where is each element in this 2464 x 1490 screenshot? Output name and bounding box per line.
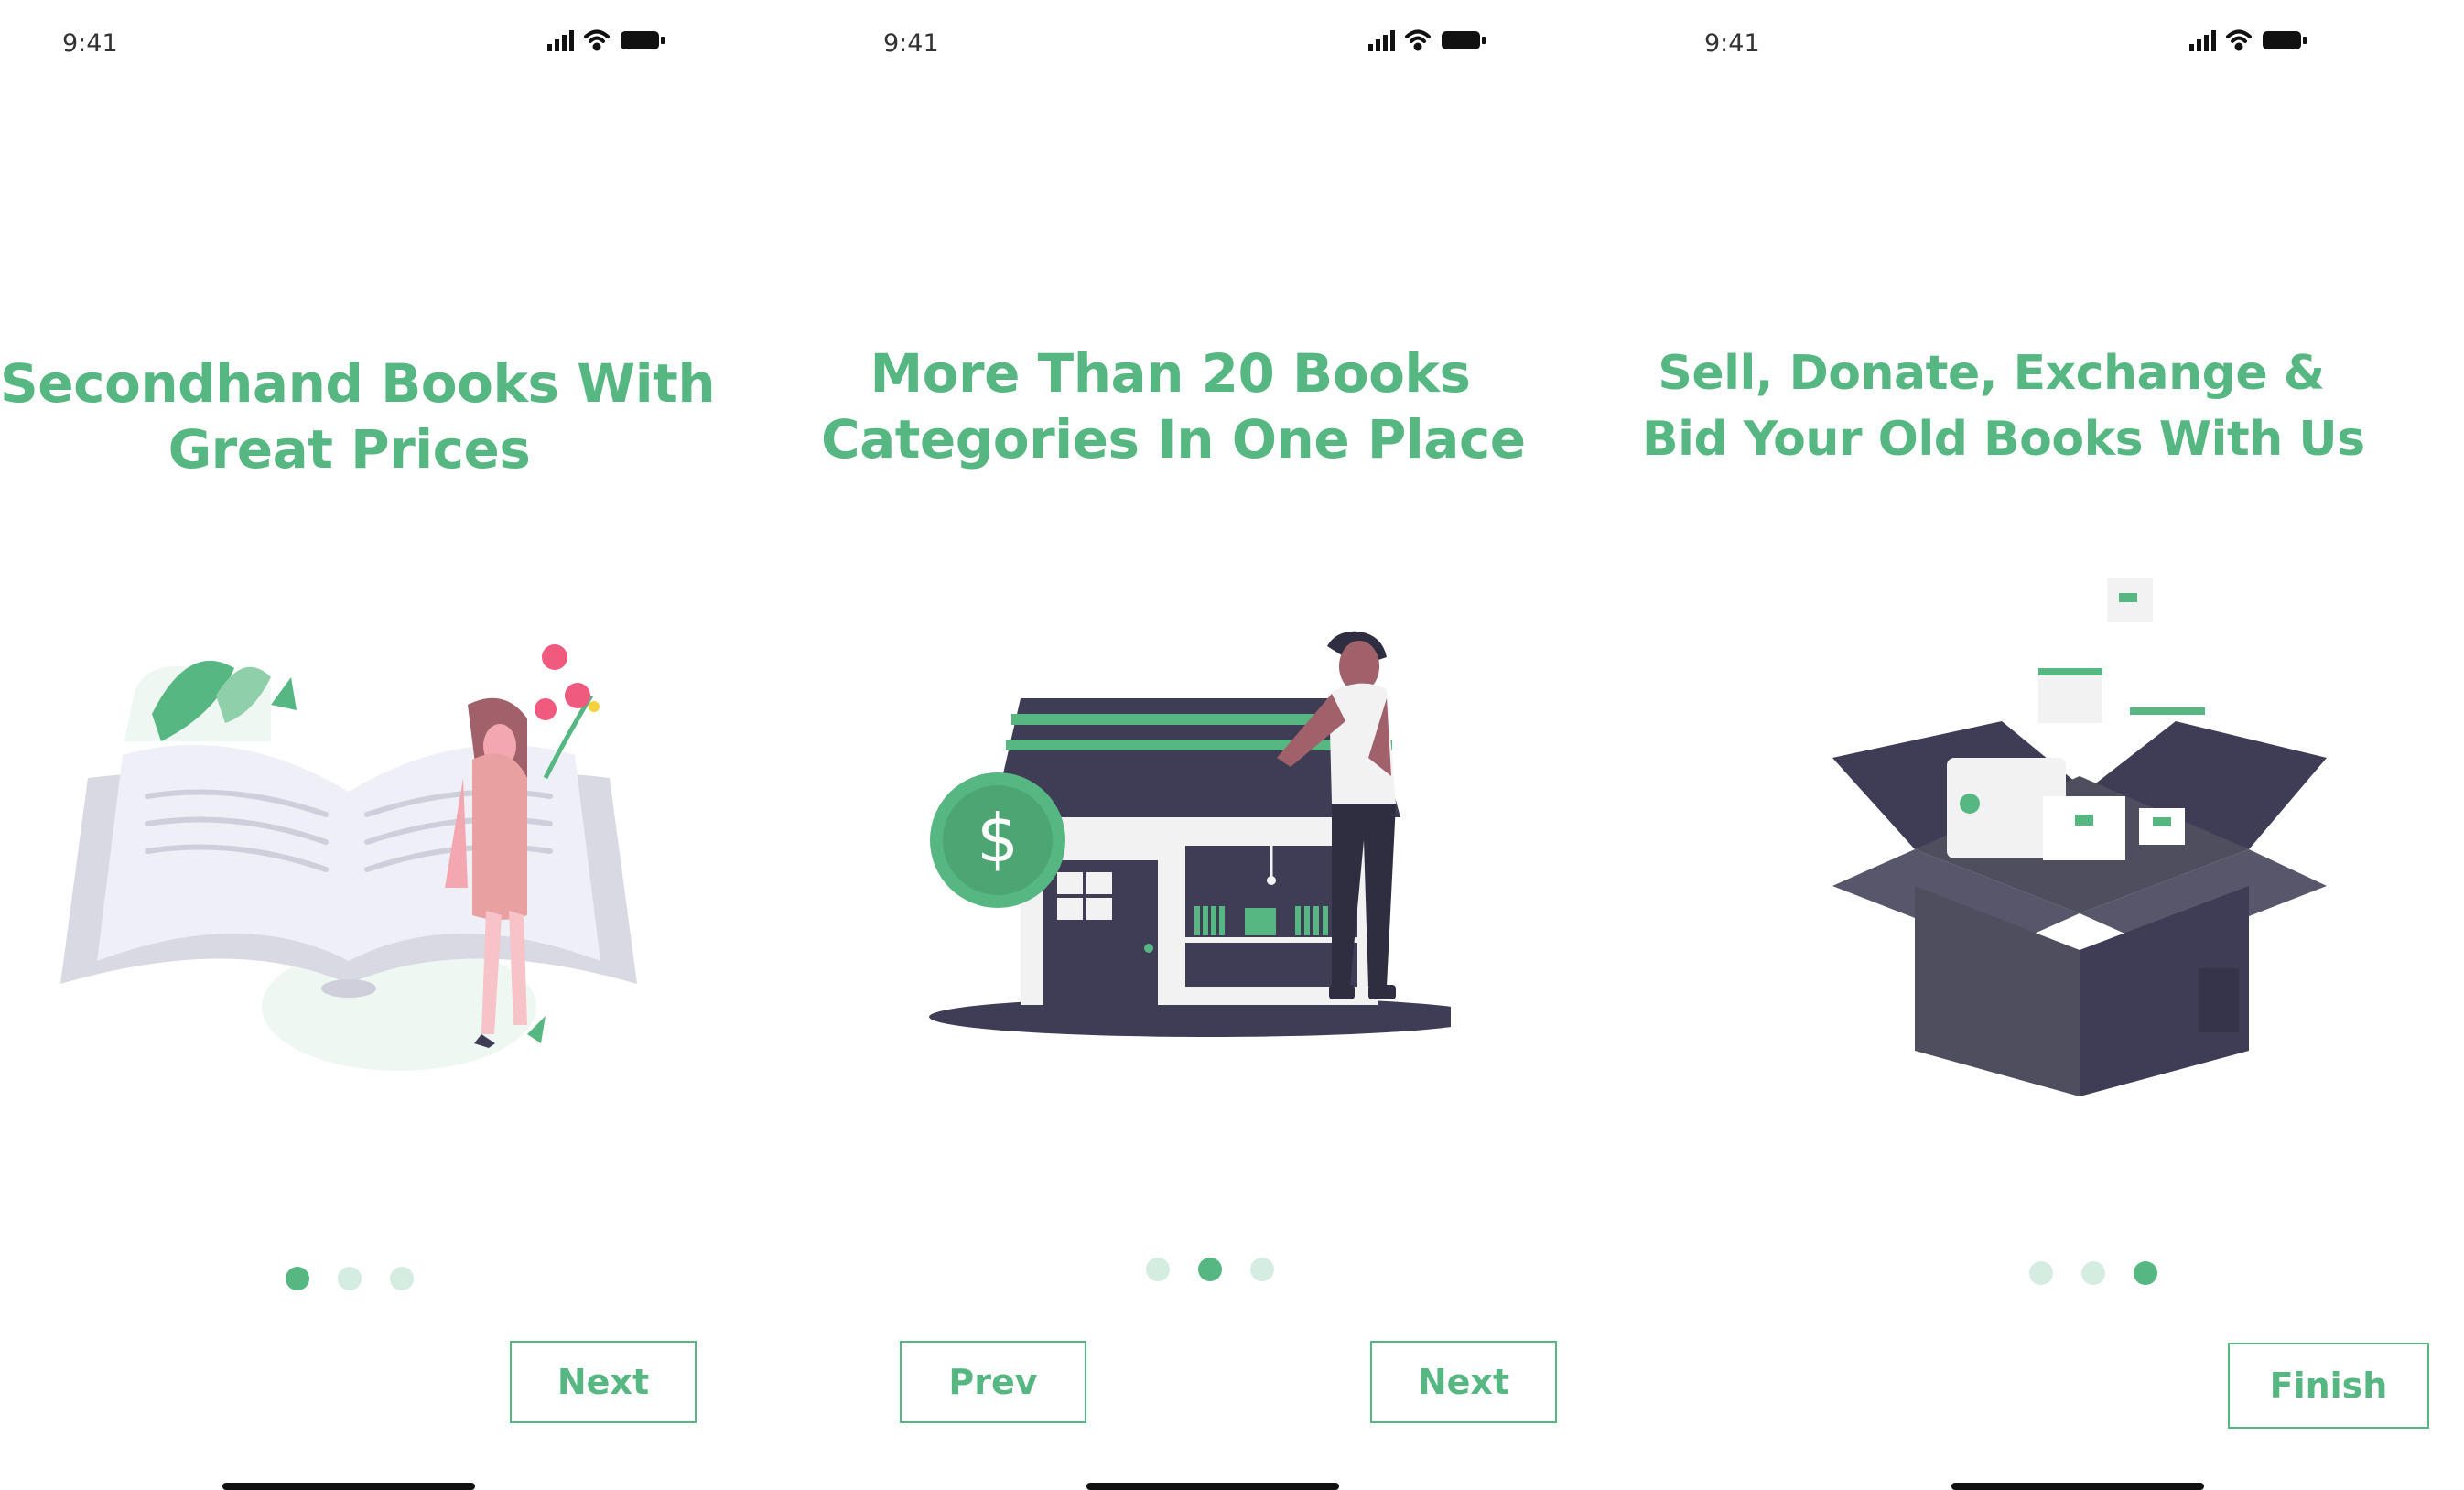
- finish-button[interactable]: Finish: [2228, 1343, 2429, 1429]
- page-dot-3[interactable]: [390, 1267, 414, 1290]
- page-dot-2[interactable]: [338, 1267, 362, 1290]
- screen-title: Sell, Donate, Exchange & Bid Your Old Bo…: [1642, 340, 2365, 472]
- screen-title: Secondhand Books With Great Prices: [0, 351, 716, 482]
- signal-icon: [2189, 30, 2216, 51]
- page-indicator: [2029, 1261, 2157, 1285]
- next-button[interactable]: Next: [510, 1341, 697, 1423]
- title-line: Bid Your Old Books With Us: [1642, 412, 2365, 467]
- page-dot-3[interactable]: [2134, 1261, 2157, 1285]
- screen-title: More Than 20 Books Categories In One Pla…: [821, 340, 1526, 472]
- page-dot-2[interactable]: [2081, 1261, 2105, 1285]
- open-box-illustration: [1832, 578, 2327, 1096]
- onboarding-screen-2: 9:41 More Than 20 Books Categories In On…: [821, 0, 1642, 1490]
- title-line: Sell, Donate, Exchange &: [1658, 346, 2325, 401]
- battery-icon: [1442, 31, 1486, 49]
- status-time: 9:41: [883, 29, 939, 58]
- title-line: More Than 20 Books: [870, 342, 1471, 405]
- status-icons: [2189, 29, 2307, 51]
- bookstore-illustration: $: [929, 631, 1451, 1037]
- wifi-icon: [1405, 29, 1431, 51]
- page-dot-1[interactable]: [2029, 1261, 2053, 1285]
- status-icons: [547, 29, 665, 51]
- status-time: 9:41: [1704, 29, 1760, 58]
- title-line: Categories In One Place: [821, 408, 1526, 470]
- page-indicator: [1146, 1258, 1274, 1281]
- next-button[interactable]: Next: [1370, 1341, 1557, 1423]
- onboarding-screen-1: 9:41 Secondhand Books With Great Prices: [0, 0, 821, 1490]
- page-dot-2[interactable]: [1198, 1258, 1222, 1281]
- home-indicator[interactable]: [1951, 1483, 2204, 1490]
- battery-icon: [621, 31, 665, 49]
- battery-icon: [2263, 31, 2307, 49]
- page-dot-3[interactable]: [1250, 1258, 1274, 1281]
- home-indicator[interactable]: [222, 1483, 475, 1490]
- open-book-illustration: [60, 644, 637, 1071]
- signal-icon: [1368, 30, 1395, 51]
- page-indicator: [286, 1267, 414, 1290]
- dollar-icon: $: [977, 800, 1019, 877]
- prev-button[interactable]: Prev: [900, 1341, 1086, 1423]
- page-dot-1[interactable]: [286, 1267, 309, 1290]
- status-time: 9:41: [62, 29, 118, 58]
- wifi-icon: [2226, 29, 2252, 51]
- home-indicator[interactable]: [1086, 1483, 1339, 1490]
- status-icons: [1368, 29, 1486, 51]
- wifi-icon: [584, 29, 610, 51]
- page-dot-1[interactable]: [1146, 1258, 1170, 1281]
- title-line: Great Prices: [168, 418, 531, 480]
- title-line: Secondhand Books With: [0, 352, 716, 415]
- onboarding-screen-3: 9:41 Sell, Donate, Exchange & Bid Your O…: [1642, 0, 2463, 1490]
- signal-icon: [547, 30, 574, 51]
